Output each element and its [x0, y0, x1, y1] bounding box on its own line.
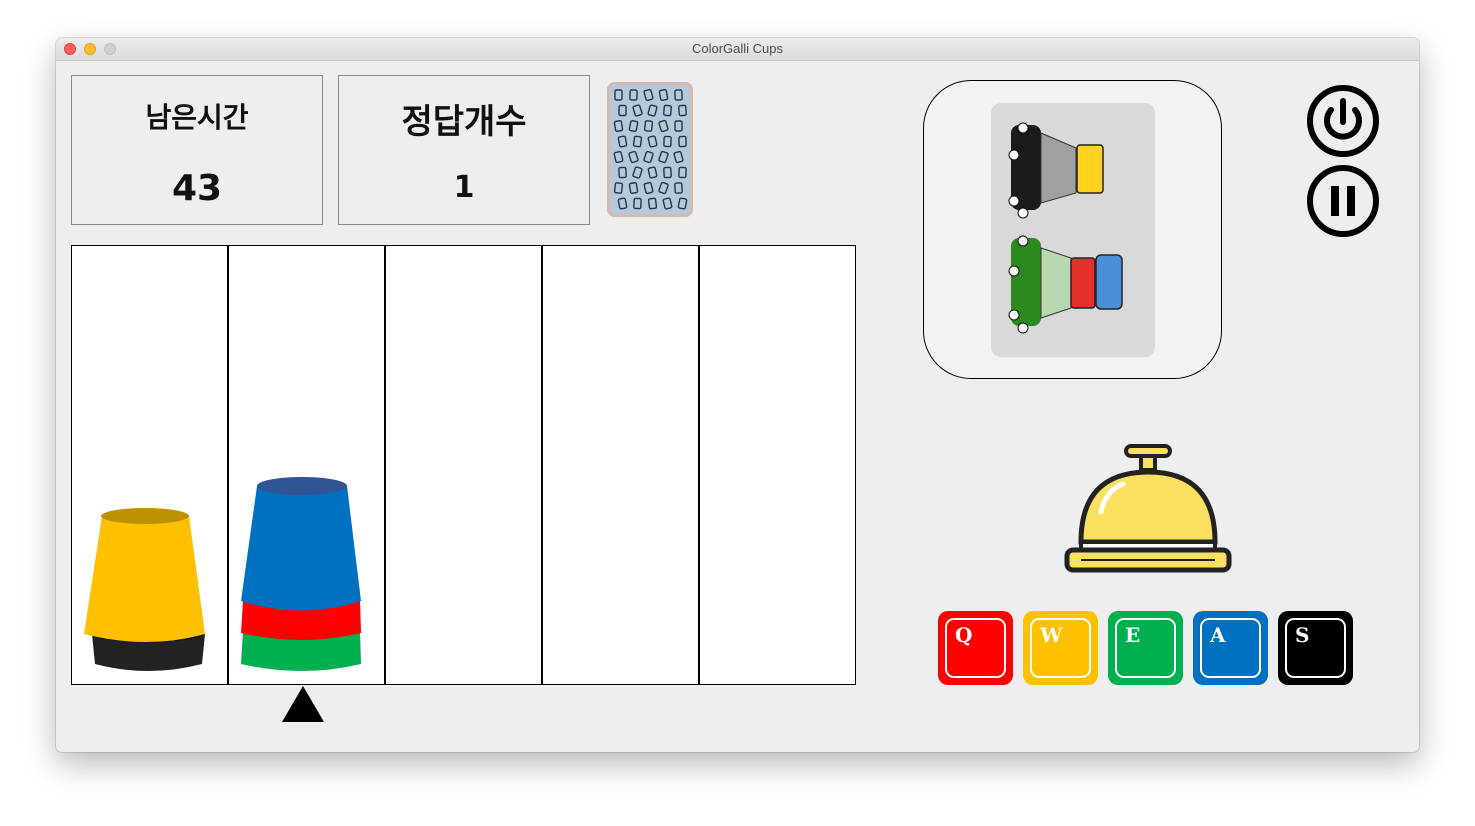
bell-icon[interactable] — [1061, 442, 1236, 576]
timer-panel: 남은시간 43 — [71, 75, 323, 225]
cup-stack-1 — [84, 508, 205, 671]
game-board — [71, 245, 856, 685]
column-selector-arrow — [282, 686, 324, 722]
power-icon[interactable] — [1306, 84, 1380, 158]
key-e-button[interactable]: E — [1108, 611, 1183, 685]
key-q-button[interactable]: Q — [938, 611, 1013, 685]
card-deck-icon[interactable] — [607, 82, 693, 217]
key-q-label: Q — [955, 623, 973, 647]
yellow-cup — [84, 516, 205, 642]
window-title: ColorGalli Cups — [691, 41, 784, 56]
key-w-label: W — [1040, 623, 1063, 647]
target-card — [991, 103, 1155, 357]
key-s-label: S — [1295, 623, 1310, 647]
cup-stack-2 — [241, 477, 361, 671]
score-label: 정답개수 — [401, 102, 527, 142]
key-a-label: A — [1210, 623, 1226, 647]
target-card-frame — [923, 80, 1222, 379]
board-column-4[interactable] — [543, 246, 700, 684]
board-column-2[interactable] — [229, 246, 386, 684]
title-bar: ColorGalli Cups — [56, 38, 1419, 61]
timer-label: 남은시간 — [145, 101, 249, 134]
key-s-button[interactable]: S — [1278, 611, 1353, 685]
timer-value: 43 — [171, 168, 223, 209]
blue-cup — [241, 486, 361, 611]
score-value: 1 — [453, 170, 475, 205]
key-w-button[interactable]: W — [1023, 611, 1098, 685]
board-column-5[interactable] — [700, 246, 855, 684]
board-column-1[interactable] — [72, 246, 229, 684]
key-a-button[interactable]: A — [1193, 611, 1268, 685]
board-column-3[interactable] — [386, 246, 543, 684]
pause-icon[interactable] — [1306, 164, 1380, 238]
app-window: ColorGalli Cups 남은시간 43 정답개수 1 Q W E A S — [56, 38, 1419, 752]
key-e-label: E — [1125, 623, 1141, 647]
score-panel: 정답개수 1 — [338, 75, 590, 225]
